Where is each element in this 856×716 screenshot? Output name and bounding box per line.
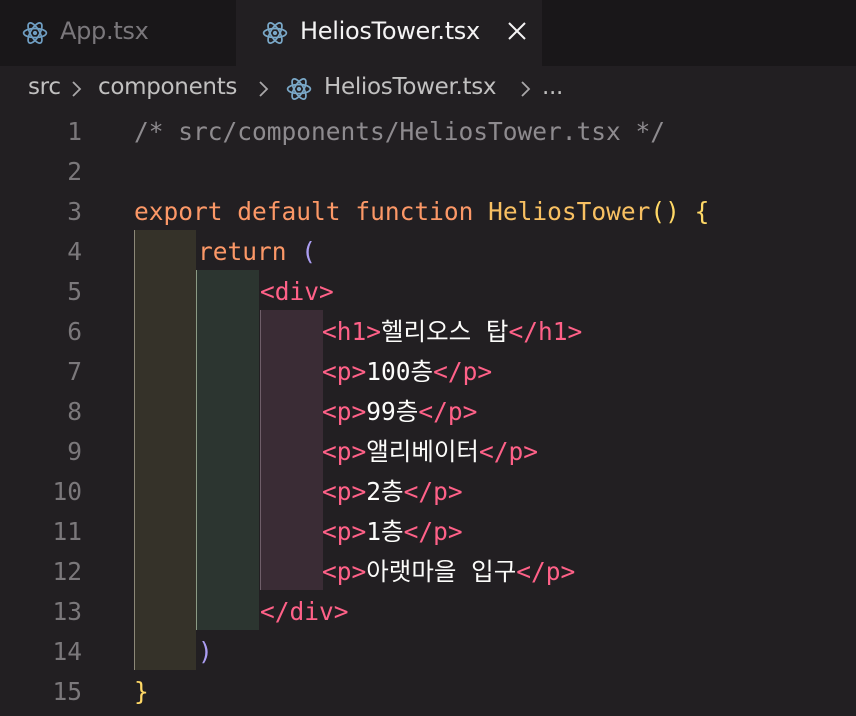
code-line-9: <p>앨리베이터</p> [322,432,538,472]
code-line-14: ) [198,632,213,672]
function-name: HeliosTower [488,197,651,226]
breadcrumb-item-src[interactable]: src [28,74,61,100]
tab-app-tsx[interactable]: App.tsx [0,0,234,66]
chevron-right-icon [72,81,82,97]
keyword-default: default [237,197,341,226]
tab-label: HeliosTower.tsx [300,17,480,45]
jsx-tag-close: </p> [478,437,538,466]
line-number: 12 [52,557,82,586]
jsx-tag-open: <p> [322,357,367,386]
line-number: 4 [67,237,82,266]
line-number: 10 [52,477,82,506]
line-number: 13 [52,597,82,626]
jsx-tag-open: <p> [322,517,367,546]
code-line-3: export default function HeliosTower() { [134,192,709,232]
chevron-right-icon [259,81,269,97]
react-icon [286,78,312,100]
line-number: 6 [67,317,82,346]
line-number: 5 [67,277,82,306]
code-line-4: return ( [198,232,316,272]
code-line-12: <p>아랫마을 입구</p> [322,552,575,592]
code-line-5: <div> [260,272,334,312]
chevron-right-icon [521,81,531,97]
close-paren: ) [198,637,213,666]
jsx-tag-close: </h1> [508,317,583,346]
breadcrumb-item-file[interactable]: HeliosTower.tsx [324,74,497,100]
line-number: 8 [67,397,82,426]
jsx-text: 헬리오스 탑 [381,317,509,346]
close-icon[interactable] [504,18,530,44]
jsx-tag-close: </p> [418,397,478,426]
code-line-6: <h1>헬리오스 탑</h1> [322,312,582,352]
jsx-tag-close: </p> [433,357,493,386]
jsx-text: 2층 [366,477,404,506]
jsx-text: 1층 [366,517,404,546]
line-number: 9 [67,437,82,466]
jsx-tag-div-close: </div> [260,597,349,626]
open-brace: { [694,197,710,226]
line-number: 11 [52,517,82,546]
keyword-export: export [134,197,223,226]
keyword-function: function [355,197,474,226]
line-number: 3 [67,197,82,226]
line-number: 7 [67,357,82,386]
line-number: 1 [67,117,82,146]
jsx-tag-open: <p> [322,557,367,586]
indent-guide-line [134,230,135,670]
indent-guide-level-3 [260,310,323,590]
indent-guide-level-2 [196,270,259,630]
code-comment: /* src/components/HeliosTower.tsx */ [134,117,666,146]
function-parens: () [650,197,680,226]
code-line-7: <p>100층</p> [322,352,492,392]
close-brace: } [134,677,149,706]
code-line-15: } [134,672,149,712]
breadcrumb-item-components[interactable]: components [98,74,237,100]
open-paren: ( [301,237,317,266]
jsx-tag-close: </p> [403,477,463,506]
line-number: 15 [52,677,82,706]
line-number: 2 [67,157,82,186]
tab-label: App.tsx [60,17,149,45]
code-editor[interactable]: 1 2 3 4 5 6 7 8 9 10 11 12 13 14 15 /* s… [0,112,856,716]
code-line-10: <p>2층</p> [322,472,463,512]
tab-bar: App.tsx HeliosTower.tsx [0,0,856,66]
tab-heliostower-tsx[interactable]: HeliosTower.tsx [236,0,542,66]
jsx-tag-close: </p> [403,517,463,546]
code-line-8: <p>99층</p> [322,392,477,432]
react-icon [262,22,288,44]
react-icon [22,22,48,44]
jsx-tag-close: </p> [516,557,576,586]
jsx-text: 아랫마을 입구 [366,557,517,586]
jsx-tag-open: <p> [322,477,367,506]
jsx-text: 앨리베이터 [366,437,479,466]
breadcrumb-item-symbols[interactable]: ... [542,74,563,100]
jsx-text: 100층 [366,357,434,386]
jsx-text: 99층 [366,397,419,426]
code-line-1: /* src/components/HeliosTower.tsx */ [134,112,665,152]
code-line-13: </div> [260,592,349,632]
line-number: 14 [52,637,82,666]
jsx-tag-open: <p> [322,437,367,466]
breadcrumb: src components HeliosTower.tsx ... [0,66,856,112]
jsx-tag-open: <h1> [322,317,382,346]
code-line-11: <p>1층</p> [322,512,463,552]
indent-guide-level-1 [134,230,196,670]
keyword-return: return [198,237,287,266]
jsx-tag-open: <p> [322,397,367,426]
jsx-tag-div-open: <div> [260,277,334,306]
